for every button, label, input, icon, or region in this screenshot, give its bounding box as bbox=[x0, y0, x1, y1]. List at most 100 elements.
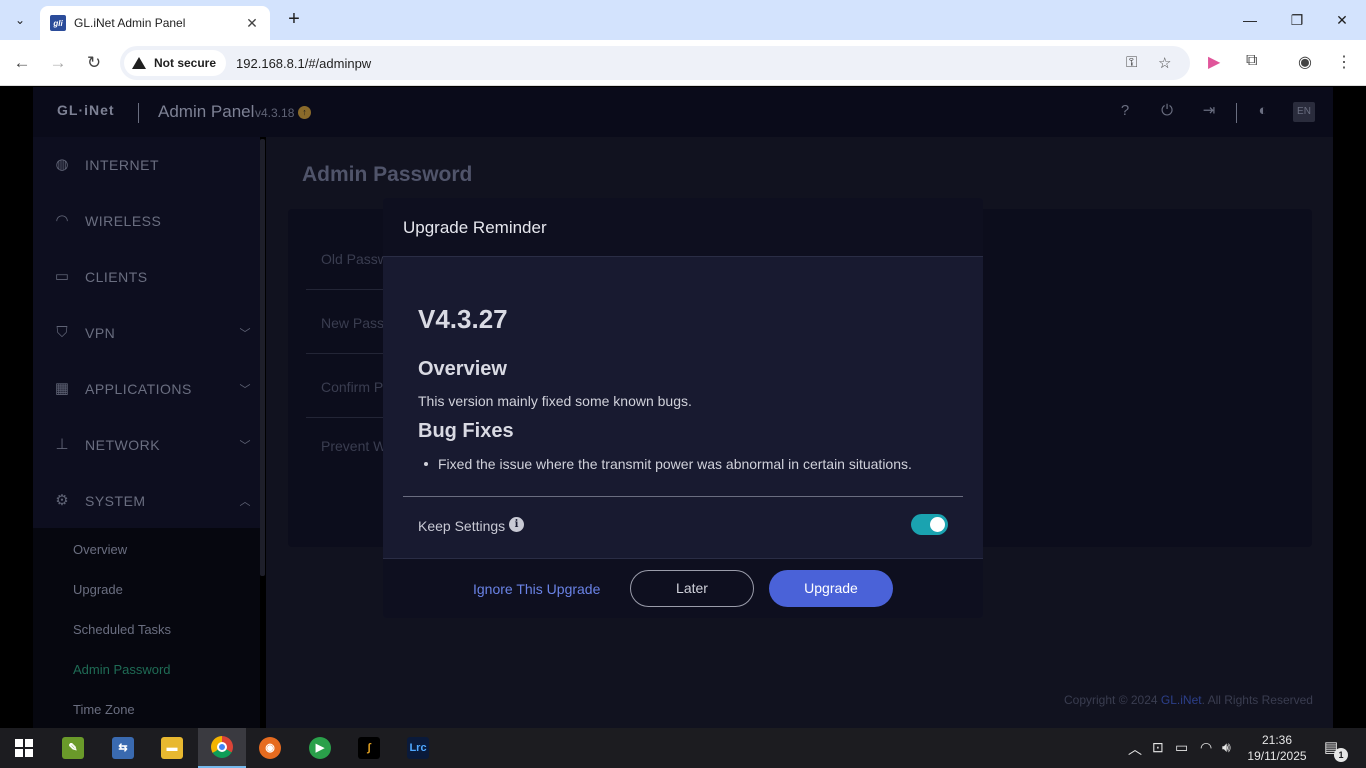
app-network-icon: ⇆ bbox=[112, 737, 134, 759]
gl-inet-logo: GL·iNet bbox=[57, 102, 115, 118]
sidebar-scrollbar[interactable] bbox=[260, 139, 265, 576]
password-key-icon[interactable]: ⚿ bbox=[1126, 54, 1137, 71]
profile-icon[interactable]: ◉ bbox=[1298, 52, 1312, 72]
header-title: Admin Panel bbox=[158, 102, 255, 121]
submenu-time-zone[interactable]: Time Zone bbox=[73, 702, 135, 717]
sidebar-item-label: NETWORK bbox=[85, 437, 161, 453]
taskbar-app-green-circle[interactable]: ▶ bbox=[296, 728, 344, 768]
lightroom-icon: Lrc bbox=[407, 737, 429, 759]
submenu-upgrade[interactable]: Upgrade bbox=[73, 582, 123, 597]
sidebar-item-internet[interactable]: ◍ INTERNET bbox=[33, 137, 260, 193]
submenu-admin-password[interactable]: Admin Password bbox=[73, 662, 171, 677]
sidebar-item-network[interactable]: ⊥ NETWORK ﹀ bbox=[33, 417, 260, 473]
apps-icon: ▦ bbox=[54, 380, 70, 397]
system-submenu: Overview Upgrade Scheduled Tasks Admin P… bbox=[33, 528, 260, 728]
sidebar-item-wireless[interactable]: ◠ WIRELESS bbox=[33, 193, 260, 249]
warning-icon bbox=[132, 57, 146, 69]
help-icon[interactable]: ? bbox=[1116, 102, 1134, 120]
sidebar-item-clients[interactable]: ▭ CLIENTS bbox=[33, 249, 260, 305]
bookmark-star-icon[interactable]: ☆ bbox=[1158, 54, 1171, 72]
sidebar-item-applications[interactable]: ▦ APPLICATIONS ﹀ bbox=[33, 361, 260, 417]
keep-settings-toggle[interactable] bbox=[911, 514, 948, 535]
url-text[interactable]: 192.168.8.1/#/adminpw bbox=[236, 56, 371, 71]
admin-header: GL·iNet Admin Panel v4.3.18 ↑ ? ⏻ ⇥ ◐ EN bbox=[33, 87, 1333, 137]
confirm-password-label: Confirm P bbox=[321, 379, 384, 395]
sidebar: ◍ INTERNET ◠ WIRELESS ▭ CLIENTS ⛉ VPN ﹀ … bbox=[33, 137, 260, 728]
copyright-brand-link[interactable]: GL.iNet bbox=[1161, 693, 1202, 707]
sidebar-item-vpn[interactable]: ⛉ VPN ﹀ bbox=[33, 305, 260, 361]
tab-search-chevron-icon[interactable]: ⌄ bbox=[8, 8, 32, 32]
sidebar-item-label: INTERNET bbox=[85, 157, 159, 173]
windows-logo-icon bbox=[15, 739, 33, 757]
app-doc-icon: ✎ bbox=[62, 737, 84, 759]
extension-media-icon[interactable]: ▶ bbox=[1208, 52, 1220, 72]
volume-icon[interactable]: 🔊︎ bbox=[1222, 739, 1231, 756]
chevron-down-icon: ﹀ bbox=[239, 384, 251, 396]
extensions-puzzle-icon[interactable]: ⧉ bbox=[1246, 52, 1257, 70]
notification-count-badge: 1 bbox=[1334, 748, 1348, 762]
upgrade-available-icon[interactable]: ↑ bbox=[298, 106, 311, 119]
chevron-down-icon: ﹀ bbox=[239, 440, 251, 452]
logout-icon[interactable]: ⇥ bbox=[1200, 102, 1218, 120]
forward-icon[interactable]: → bbox=[45, 50, 71, 76]
bugfix-heading: Bug Fixes bbox=[418, 420, 514, 442]
language-selector[interactable]: EN bbox=[1293, 102, 1315, 122]
sidebar-item-label: VPN bbox=[85, 325, 116, 341]
wifi-tray-icon[interactable]: ◠ bbox=[1200, 739, 1212, 756]
taskbar-file-explorer[interactable]: ▬ bbox=[148, 728, 196, 768]
taskbar-chrome[interactable] bbox=[198, 728, 246, 768]
sidebar-item-system[interactable]: ⚙ SYSTEM ︿ bbox=[33, 473, 260, 529]
tray-chevron-up-icon[interactable]: ︿ bbox=[1128, 739, 1142, 759]
browser-tab[interactable]: gli GL.iNet Admin Panel ✕ bbox=[40, 6, 270, 40]
tab-close-icon[interactable]: ✕ bbox=[244, 15, 260, 32]
taskbar-firefox[interactable]: ◉ bbox=[246, 728, 294, 768]
submenu-overview[interactable]: Overview bbox=[73, 542, 127, 557]
toggle-knob bbox=[930, 517, 945, 532]
sidebar-item-label: CLIENTS bbox=[85, 269, 148, 285]
form-divider bbox=[306, 289, 386, 290]
minimize-icon[interactable]: — bbox=[1230, 6, 1270, 34]
reload-icon[interactable]: ↻ bbox=[81, 50, 107, 76]
keep-settings-label: Keep Settings bbox=[418, 518, 506, 534]
sidebar-item-label: SYSTEM bbox=[85, 493, 146, 509]
dialog-header: Upgrade Reminder bbox=[383, 198, 983, 257]
clock-time: 21:36 bbox=[1261, 733, 1293, 747]
network-icon: ⊥ bbox=[55, 436, 69, 453]
app-green-circle-icon: ▶ bbox=[309, 737, 331, 759]
submenu-scheduled-tasks[interactable]: Scheduled Tasks bbox=[73, 622, 171, 637]
browser-toolbar: ← → ↻ Not secure 192.168.8.1/#/adminpw ⚿… bbox=[0, 40, 1366, 86]
restore-icon[interactable]: ❐ bbox=[1277, 6, 1317, 34]
back-icon[interactable]: ← bbox=[9, 50, 35, 76]
tray-meet-icon[interactable]: ⊡ bbox=[1152, 739, 1164, 756]
taskbar-lightroom[interactable]: Lrc bbox=[394, 728, 442, 768]
window-close-icon[interactable]: ✕ bbox=[1322, 6, 1362, 34]
start-button[interactable] bbox=[0, 728, 48, 768]
info-icon[interactable]: i bbox=[509, 517, 524, 532]
bullet-icon bbox=[424, 462, 428, 466]
header-divider-right bbox=[1236, 103, 1237, 123]
new-tab-icon[interactable]: + bbox=[282, 8, 306, 32]
security-label: Not secure bbox=[154, 56, 217, 70]
new-version: V4.3.27 bbox=[418, 304, 508, 334]
taskbar-app-green-doc[interactable]: ✎ bbox=[49, 728, 97, 768]
later-button[interactable]: Later bbox=[630, 570, 754, 607]
ignore-upgrade-button[interactable]: Ignore This Upgrade bbox=[473, 581, 600, 597]
menu-kebab-icon[interactable]: ⋮ bbox=[1336, 52, 1352, 72]
taskbar-clock[interactable]: 21:36 19/11/2025 bbox=[1244, 732, 1310, 764]
upgrade-button[interactable]: Upgrade bbox=[769, 570, 893, 607]
copyright-suffix: . All Rights Reserved bbox=[1201, 693, 1313, 707]
overview-text: This version mainly fixed some known bug… bbox=[418, 393, 692, 409]
taskbar-app-network[interactable]: ⇆ bbox=[99, 728, 147, 768]
taskbar-app-curve[interactable]: ∫ bbox=[345, 728, 393, 768]
copyright-footer: Copyright © 2024 GL.iNet. All Rights Res… bbox=[1064, 693, 1313, 707]
firmware-version: v4.3.18 bbox=[255, 106, 295, 120]
power-icon[interactable]: ⏻ bbox=[1158, 102, 1176, 120]
address-bar[interactable]: Not secure 192.168.8.1/#/adminpw ⚿ ☆ bbox=[120, 46, 1190, 80]
theme-palette-icon[interactable]: ◐ bbox=[1254, 102, 1272, 120]
form-divider bbox=[306, 353, 386, 354]
tab-title: GL.iNet Admin Panel bbox=[74, 16, 186, 30]
battery-icon[interactable]: ▭ bbox=[1175, 739, 1188, 756]
favicon-icon: gli bbox=[50, 15, 66, 31]
security-chip[interactable]: Not secure bbox=[124, 50, 227, 76]
folder-icon: ▬ bbox=[161, 737, 183, 759]
